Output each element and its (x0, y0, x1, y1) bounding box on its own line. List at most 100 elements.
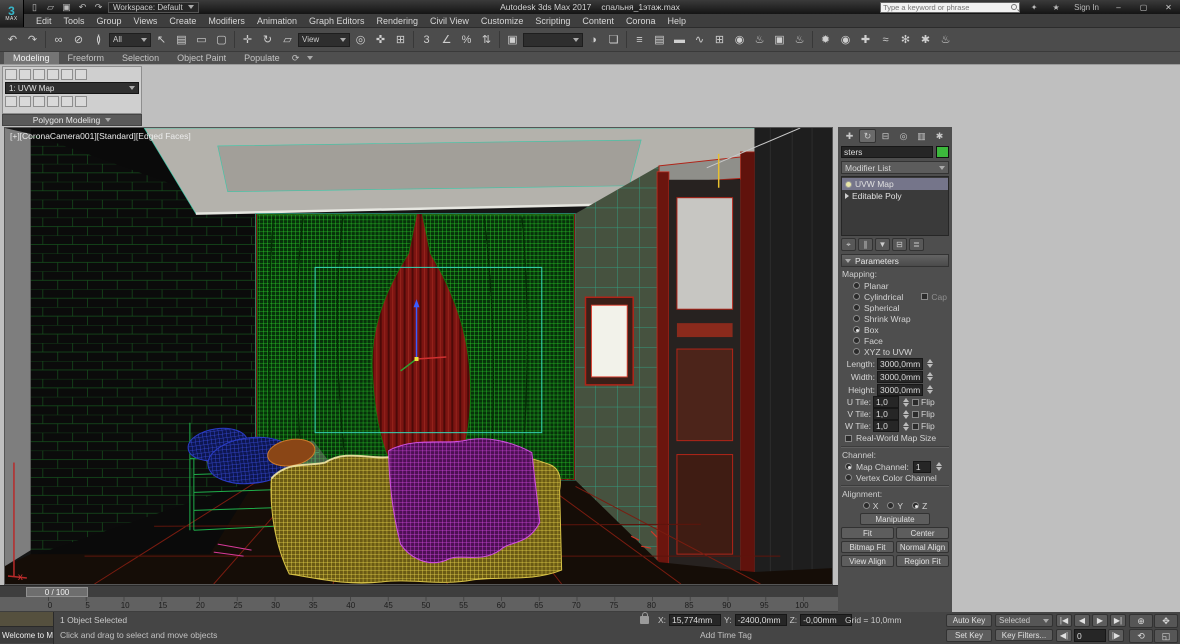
align-x-radio[interactable]: X (863, 501, 879, 511)
create-tab-icon[interactable]: ✚ (841, 129, 858, 143)
map-channel-radio[interactable]: Map Channel: 1 (841, 461, 949, 472)
configure-sets-icon[interactable]: ≣ (909, 238, 924, 251)
ignore-backfacing-icon[interactable] (75, 96, 87, 107)
menu-create[interactable]: Create (163, 14, 202, 28)
mirror-icon[interactable]: ◑ (584, 30, 603, 49)
window[interactable] (585, 297, 633, 385)
vertex-mode-icon[interactable] (19, 69, 31, 80)
mapping-option-spherical[interactable]: Spherical (841, 302, 949, 313)
viewport-canvas[interactable]: x (5, 128, 832, 584)
schematic-view-icon[interactable]: ⊞ (710, 30, 729, 49)
menu-rendering[interactable]: Rendering (371, 14, 425, 28)
menu-scripting[interactable]: Scripting (529, 14, 576, 28)
redo-icon[interactable]: ↷ (92, 2, 105, 13)
spinner-snap-icon[interactable]: ⇅ (477, 30, 496, 49)
snaps-toggle-icon[interactable]: 3 (417, 30, 436, 49)
select-manipulate-icon[interactable]: ✜ (371, 30, 390, 49)
key-filters-button[interactable]: Key Filters... (995, 629, 1053, 641)
modify-tab-icon[interactable]: ↻ (859, 129, 876, 143)
select-object-icon[interactable]: ↖ (152, 30, 171, 49)
unlink-icon[interactable]: ⊘ (69, 30, 88, 49)
select-rotate-icon[interactable]: ↻ (258, 30, 277, 49)
element-mode-icon[interactable] (75, 69, 87, 80)
help-search[interactable] (880, 2, 1020, 13)
display-tab-icon[interactable]: ▥ (913, 129, 930, 143)
render-production-icon[interactable]: ♨ (790, 30, 809, 49)
maximize-button[interactable]: ▢ (1134, 1, 1153, 13)
mapping-option-box[interactable]: Box (841, 324, 949, 335)
maxscript-mini-listener[interactable]: Welcome to M (0, 612, 54, 644)
v-flip-checkbox[interactable] (912, 411, 919, 418)
ribbon-tab-object-paint[interactable]: Object Paint (168, 52, 235, 64)
go-to-end-button[interactable]: ▶| (1110, 614, 1126, 627)
mapping-option-planar[interactable]: Planar (841, 280, 949, 291)
fit-button[interactable]: Fit (841, 527, 894, 539)
rendered-frame-icon[interactable]: ▣ (770, 30, 789, 49)
search-icon[interactable] (1011, 4, 1017, 10)
save-icon[interactable]: ▣ (60, 2, 73, 13)
zoom-icon[interactable]: ⊕ (1129, 614, 1153, 628)
render-setup-icon[interactable]: ♨ (750, 30, 769, 49)
systems-icon[interactable]: ✻ (896, 30, 915, 49)
door[interactable] (657, 152, 754, 574)
menu-customize[interactable]: Customize (475, 14, 530, 28)
corona-icon[interactable]: ✱ (916, 30, 935, 49)
show-end-result-icon[interactable]: ∥ (858, 238, 873, 251)
bind-spacewarp-icon[interactable]: ≬ (89, 30, 108, 49)
menu-help[interactable]: Help (661, 14, 692, 28)
spinner-icon[interactable] (901, 421, 910, 432)
percent-snap-icon[interactable]: % (457, 30, 476, 49)
align-z-radio[interactable]: Z (912, 501, 927, 511)
edge-mode-icon[interactable] (33, 69, 45, 80)
u-flip-checkbox[interactable] (912, 399, 919, 406)
use-soft-selection-icon[interactable] (47, 96, 59, 107)
hierarchy-tab-icon[interactable]: ⊟ (877, 129, 894, 143)
mapping-option-shrink-wrap[interactable]: Shrink Wrap (841, 313, 949, 324)
application-menu-button[interactable]: 3 MAX (0, 0, 24, 27)
make-unique-icon[interactable]: ▼ (875, 238, 890, 251)
set-key-button[interactable]: Set Key (946, 629, 992, 642)
time-slider-track[interactable]: 0 / 100 (0, 585, 838, 597)
w-tile-field[interactable]: 1,0 (873, 420, 899, 432)
open-file-icon[interactable]: ▱ (44, 2, 57, 13)
undo-icon[interactable]: ↶ (76, 2, 89, 13)
keyboard-override-icon[interactable]: ⊞ (391, 30, 410, 49)
spinner-icon[interactable] (925, 384, 934, 395)
selection-filter-dropdown[interactable]: All (109, 33, 151, 47)
w-flip-checkbox[interactable] (912, 423, 919, 430)
ribbon-tab-freeform[interactable]: Freeform (59, 52, 114, 64)
pan-icon[interactable]: ✥ (1154, 614, 1178, 628)
menu-group[interactable]: Group (91, 14, 128, 28)
select-link-icon[interactable]: ∞ (49, 30, 68, 49)
window-crossing-icon[interactable]: ▢ (212, 30, 231, 49)
menu-views[interactable]: Views (128, 14, 164, 28)
modifier-enabled-icon[interactable] (845, 181, 852, 188)
menu-civil-view[interactable]: Civil View (424, 14, 475, 28)
spinner-icon[interactable] (925, 371, 934, 382)
menu-animation[interactable]: Animation (251, 14, 303, 28)
sign-in-button[interactable]: Sign In (1070, 1, 1103, 13)
ribbon-toggle-icon[interactable]: ▬ (670, 30, 689, 49)
select-scale-icon[interactable]: ▱ (278, 30, 297, 49)
show-end-result-icon[interactable] (19, 96, 31, 107)
menu-graph-editors[interactable]: Graph Editors (303, 14, 371, 28)
timeline-ruler[interactable]: 0 5 10 15 20 25 30 35 40 45 50 55 60 65 … (0, 597, 838, 612)
pin-stack-icon[interactable] (5, 96, 17, 107)
next-key-button[interactable]: |▶ (1108, 629, 1124, 642)
close-button[interactable]: ✕ (1159, 1, 1178, 13)
spinner-icon[interactable] (901, 397, 910, 408)
undo-icon[interactable]: ↶ (3, 30, 22, 49)
menu-edit[interactable]: Edit (30, 14, 58, 28)
favorites-icon[interactable]: ★ (1048, 1, 1064, 13)
align-y-radio[interactable]: Y (887, 501, 903, 511)
layer-explorer-icon[interactable]: ▤ (650, 30, 669, 49)
vertex-color-radio[interactable]: Vertex Color Channel (841, 472, 949, 483)
pin-stack-icon[interactable]: ⌖ (841, 238, 856, 251)
viewport[interactable]: [+][CoronaCamera001][Standard][Edged Fac… (4, 127, 833, 585)
cap-checkbox[interactable]: Cap (921, 292, 949, 302)
play-button[interactable]: ▶ (1092, 614, 1108, 627)
pivot-center-icon[interactable]: ◎ (351, 30, 370, 49)
center-button[interactable]: Center (896, 527, 949, 539)
modifier-list-dropdown[interactable]: Modifier List (841, 161, 949, 174)
redo-icon[interactable]: ↷ (23, 30, 42, 49)
